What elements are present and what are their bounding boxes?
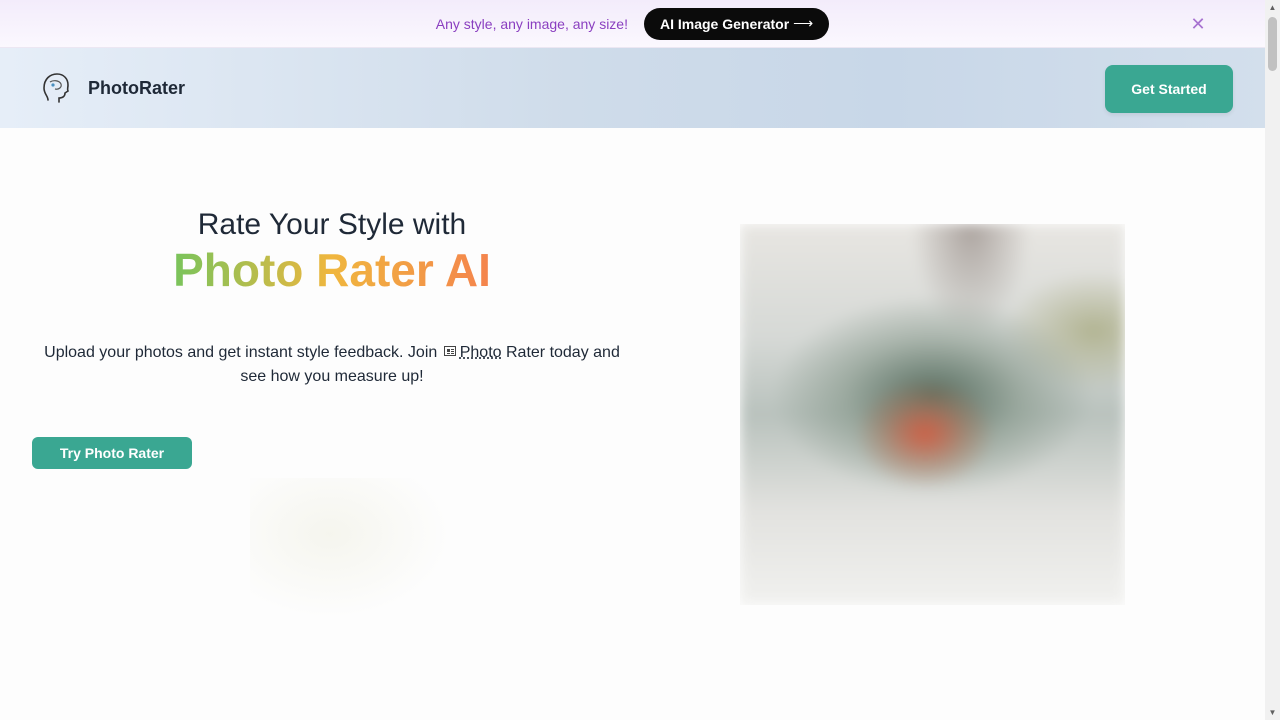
scrollbar-thumb[interactable] [1268,17,1277,71]
announcement-text: Any style, any image, any size! [435,15,628,32]
announcement-bar: Any style, any image, any size! AI Image… [0,0,1265,48]
vertical-scrollbar[interactable]: ▲ ▼ [1265,0,1280,720]
site-header: PhotoRater Get Started [0,48,1265,128]
hero-description: Upload your photos and get instant style… [32,341,632,389]
hero-image [740,224,1125,605]
get-started-button[interactable]: Get Started [1105,65,1233,113]
close-icon[interactable]: ✕ [1188,14,1208,34]
hero-title-line2: Photo Rater AI [32,244,632,296]
hero-title-line1: Rate Your Style with [197,208,467,241]
document-icon [443,346,456,356]
hero-desc-text-1: Upload your photos and get instant style… [44,344,442,361]
try-photo-rater-button[interactable]: Try Photo Rater [32,437,192,469]
brand-name[interactable]: PhotoRater [88,78,185,99]
decorative-shape [250,478,450,618]
head-profile-icon[interactable] [40,70,72,106]
scroll-down-icon[interactable]: ▼ [1265,705,1280,720]
hero-photo [740,224,1125,605]
ai-image-generator-label: AI Image Generator [659,15,790,32]
page: Any style, any image, any size! AI Image… [0,0,1265,720]
scroll-up-icon[interactable]: ▲ [1265,0,1280,15]
arrow-right-icon: ⟶ [793,15,814,31]
photo-link[interactable]: Photo [460,344,502,361]
ai-image-generator-button[interactable]: AI Image Generator ⟶ [643,7,830,40]
